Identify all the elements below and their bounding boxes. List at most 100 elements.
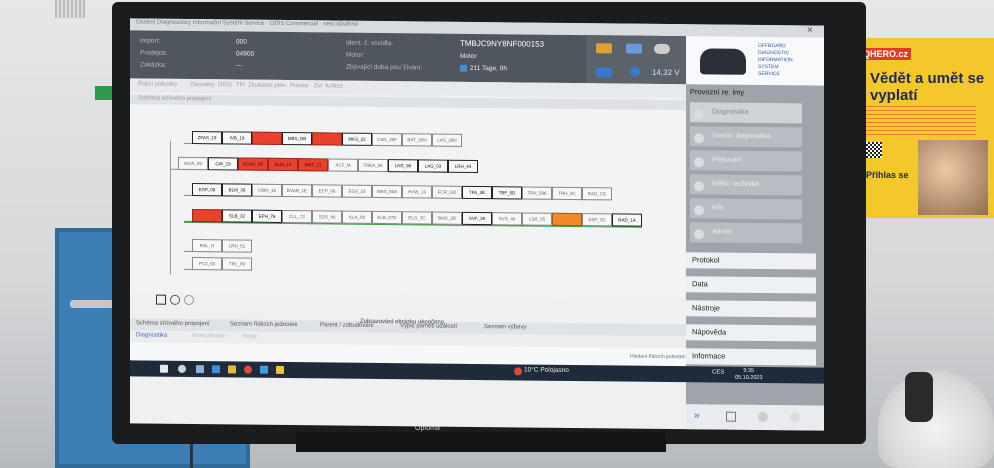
control-unit-node[interactable]: IVB_18	[222, 131, 252, 145]
zoom-in-icon[interactable]	[170, 294, 180, 305]
control-unit-node[interactable]: BMT_11	[298, 158, 328, 172]
store-icon[interactable]	[260, 365, 268, 374]
control-unit-node[interactable]: TRH_5C	[552, 186, 582, 201]
control-unit-node[interactable]: BMS_3D	[432, 211, 462, 225]
subtab-diagnostics[interactable]: Diagnostika	[136, 332, 167, 338]
control-unit-node[interactable]	[312, 132, 342, 146]
control-unit-node[interactable]: LAS_26N	[432, 133, 462, 147]
section-data[interactable]: Data	[686, 276, 816, 294]
start-icon[interactable]	[160, 364, 168, 373]
tab-control-units[interactable]: Řídicí jednotky	[138, 81, 177, 87]
language-indicator[interactable]: CES	[712, 369, 724, 375]
control-unit-node[interactable]: EPH_76	[252, 209, 282, 223]
control-unit-node[interactable]: CAN_35F	[372, 132, 402, 147]
control-unit-node[interactable]	[192, 209, 222, 223]
control-unit-node[interactable]: INVA_09	[178, 156, 208, 171]
tab-parent-install[interactable]: Parent / zabudování	[320, 322, 374, 329]
tab-control-unit-list[interactable]: Seznam řídicích jednotek	[230, 321, 297, 328]
control-unit-node[interactable]: ASP_3D	[582, 213, 612, 227]
menu-measurement[interactable]: Měřicí technika	[690, 174, 802, 196]
tab-event-memory[interactable]: Výpis paměti událostí	[400, 323, 457, 330]
control-unit-node[interactable]: ESP_08	[192, 183, 222, 197]
menu-diagnostics[interactable]: Diagnostika	[690, 102, 802, 124]
control-unit-node[interactable]: LRH_61	[222, 239, 252, 253]
subtab-communication[interactable]: Komunikace	[192, 333, 225, 339]
task-view-icon[interactable]	[196, 365, 204, 374]
explorer-icon[interactable]	[228, 365, 236, 374]
control-unit-node[interactable]: SVD_48	[492, 212, 522, 226]
menu-flashing[interactable]: Flešování	[690, 150, 802, 172]
close-icon[interactable]: ✕	[804, 25, 816, 35]
zoom-out-icon[interactable]	[184, 294, 194, 306]
control-unit-node[interactable]: TPH_596	[522, 186, 552, 200]
control-unit-node[interactable]: LNS_98	[388, 159, 418, 173]
control-unit-node[interactable]: IVBN_16	[252, 183, 282, 197]
control-unit-node[interactable]: ELO_3C	[402, 211, 432, 225]
clock-date: 05.10.2023	[735, 374, 763, 381]
settings-icon[interactable]	[790, 412, 800, 423]
tab-records[interactable]: Záznamy	[190, 82, 215, 88]
control-unit-node[interactable]: HVW_13	[402, 185, 432, 199]
control-unit-node[interactable]: SLB_32	[222, 209, 252, 223]
section-help-label: Nápověda	[692, 327, 727, 337]
control-unit-node[interactable]: SVF_39	[462, 211, 492, 226]
control-unit-node[interactable]: BLM_39	[222, 183, 252, 197]
control-unit-node[interactable]: ACF_M	[328, 158, 358, 172]
control-unit-node[interactable]: LAG_03	[418, 159, 448, 173]
control-unit-node[interactable]: LRH_44	[448, 159, 478, 174]
stop-icon[interactable]	[758, 411, 768, 423]
system-clock[interactable]: 9:35 05.10.2023	[735, 368, 763, 382]
tab-network-schema[interactable]: Schéma síťového propojení	[136, 320, 210, 327]
section-information[interactable]: Informace	[686, 348, 816, 366]
control-unit-node[interactable]: WAS_60A	[372, 184, 402, 199]
control-unit-node[interactable]	[552, 212, 582, 227]
control-unit-node[interactable]: FCR_GD	[432, 185, 462, 199]
tab-special-functions[interactable]: Zvl. funkce	[314, 83, 343, 89]
menu-info[interactable]: Info	[690, 198, 802, 220]
tab-diss[interactable]: DISS	[218, 82, 232, 88]
tab-tpi[interactable]: TPI	[236, 82, 245, 88]
battery-voltage: 14,32 V	[652, 67, 680, 78]
control-unit-node[interactable]: LSR_55	[522, 212, 552, 226]
section-tools[interactable]: Nástroje	[686, 300, 816, 318]
search-icon[interactable]	[178, 364, 186, 373]
subtab-maps[interactable]: Mapy	[242, 334, 257, 340]
control-unit-node[interactable]	[252, 131, 282, 145]
control-unit-node[interactable]: ECP_08	[312, 184, 342, 198]
control-unit-node[interactable]: BAT_26N	[402, 133, 432, 147]
chrome-icon[interactable]	[244, 365, 252, 374]
tab-equipment-list[interactable]: Seznam výbavy	[484, 324, 526, 330]
menu-self-diagnostics[interactable]: Vlastní diagnostika	[690, 126, 802, 148]
forward-icon[interactable]: »	[694, 410, 700, 421]
control-unit-node[interactable]: KLB_07D	[372, 210, 402, 225]
control-unit-node[interactable]: EGS_18	[342, 184, 372, 198]
control-unit-node[interactable]: ACAN_FP	[238, 157, 268, 171]
menu-admin[interactable]: Admin	[690, 222, 802, 244]
odis-taskbar-icon[interactable]	[276, 365, 284, 374]
control-unit-node[interactable]: BVAR_1E	[282, 183, 312, 198]
grid-icon[interactable]	[726, 411, 736, 422]
tab-operation[interactable]: Provoz	[290, 83, 309, 89]
control-unit-node[interactable]: TBF_5D	[492, 186, 522, 200]
control-unit-node[interactable]: MKS_22	[342, 132, 372, 146]
control-unit-node[interactable]: GW_19	[208, 157, 238, 171]
control-unit-node[interactable]: RAD_1A	[612, 213, 642, 227]
control-unit-node[interactable]: BLM_10	[268, 157, 298, 172]
control-unit-node[interactable]: PCZ_93	[192, 257, 222, 271]
section-protocol[interactable]: Protokol	[686, 252, 816, 270]
edge-icon[interactable]	[212, 365, 220, 374]
vin-value: TMBJC9NY8NF000153	[460, 38, 545, 49]
section-help[interactable]: Nápověda	[686, 324, 816, 342]
control-unit-node[interactable]: SDS_48	[312, 210, 342, 224]
control-unit-node[interactable]: MBS_DB	[282, 131, 312, 146]
fit-view-icon[interactable]	[156, 294, 166, 305]
control-unit-node[interactable]: TREA_56	[358, 158, 388, 173]
control-unit-node[interactable]: TRL_09	[222, 257, 252, 271]
control-unit-node[interactable]: TFA_4E	[462, 185, 492, 200]
control-unit-node[interactable]: RAL_H	[192, 239, 222, 253]
tab-test-plan[interactable]: Zkušební plán	[248, 83, 286, 89]
control-unit-node[interactable]: ZFAS_19	[192, 131, 222, 145]
control-unit-node[interactable]: KLA_08	[342, 210, 372, 224]
control-unit-node[interactable]: EAD_CD	[582, 187, 612, 201]
control-unit-node[interactable]: CLL_72	[282, 209, 312, 224]
